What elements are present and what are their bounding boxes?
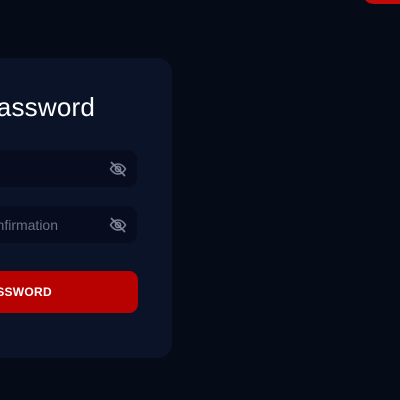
confirmation-field	[0, 206, 137, 243]
reset-password-button[interactable]: SSWORD	[0, 271, 138, 313]
page: assword SSWORD	[0, 0, 400, 400]
eye-slash-icon[interactable]	[108, 159, 128, 179]
corner-accent-button[interactable]	[362, 0, 400, 4]
password-field	[0, 150, 137, 187]
confirmation-input[interactable]	[0, 206, 58, 243]
reset-password-button-label: SSWORD	[0, 285, 52, 299]
eye-slash-icon[interactable]	[108, 215, 128, 235]
password-input[interactable]	[0, 150, 100, 187]
form-title: assword	[0, 92, 95, 122]
